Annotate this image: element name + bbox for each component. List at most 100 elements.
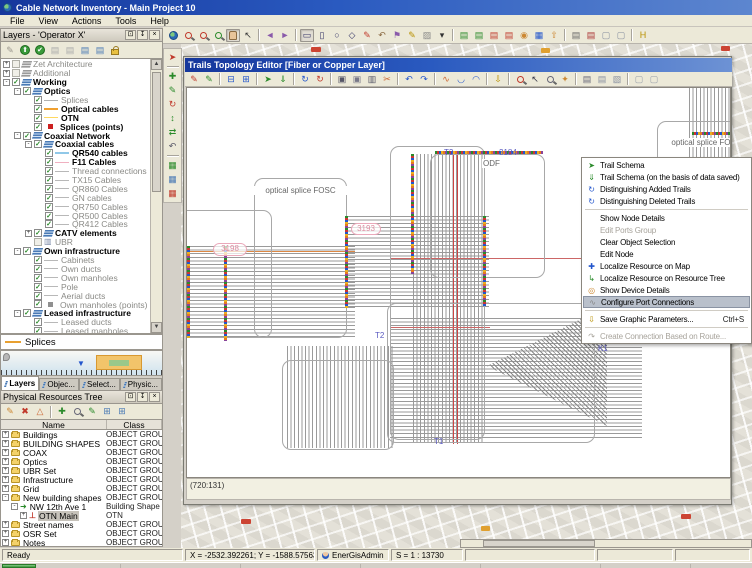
stack-view-b-icon[interactable]: ▤ [63, 44, 77, 57]
stack-view-a-icon[interactable]: ▤ [48, 44, 62, 57]
collapse-icon[interactable]: - [25, 141, 32, 148]
layer-checkbox[interactable]: ✓ [34, 318, 42, 326]
layer-checkbox[interactable]: ✓ [45, 176, 53, 184]
menu-help[interactable]: Help [144, 15, 175, 27]
locate-on-map-icon[interactable]: ⊞ [115, 405, 129, 418]
layer-tree-item[interactable]: +✓CATV elements [2, 229, 150, 238]
print-icon[interactable]: ▤ [580, 73, 594, 86]
undo-move-icon[interactable]: ↶ [166, 140, 180, 153]
select-circle-icon[interactable]: ○ [330, 29, 344, 42]
save-params-icon[interactable]: ⇩ [491, 73, 505, 86]
layer-checkbox[interactable]: ✓ [34, 300, 42, 308]
scroll-thumb[interactable] [483, 540, 595, 547]
zoom-device-icon[interactable] [513, 73, 527, 86]
select-polygon-icon[interactable]: ◇ [345, 29, 359, 42]
app-titlebar[interactable]: Cable Network Inventory - Main Project 1… [0, 0, 752, 15]
print-labels-icon[interactable]: ▤ [584, 29, 598, 42]
nav-forward-icon[interactable]: ► [278, 29, 292, 42]
zoom-region-icon[interactable] [543, 73, 557, 86]
menu-actions[interactable]: Actions [66, 15, 108, 27]
tab-objec[interactable]: Objec... [39, 378, 79, 390]
layer-checkbox[interactable]: ✓ [45, 185, 53, 193]
collapse-icon[interactable]: - [14, 132, 21, 139]
rotate-cw-icon[interactable]: ↷ [417, 73, 431, 86]
expand-icon[interactable]: + [2, 431, 9, 438]
layer-import-icon[interactable]: ▤ [472, 29, 486, 42]
table-edit-remove-icon[interactable]: ▦ [166, 187, 180, 200]
menu-item-configure-port-connections[interactable]: ∿Configure Port Connections [583, 296, 750, 308]
palette-icon[interactable]: ◉ [517, 29, 531, 42]
layer-apply-icon[interactable]: ✔ [33, 44, 47, 57]
bottom-left-node-box[interactable] [282, 360, 394, 450]
swap-objects-icon[interactable]: ⇄ [166, 126, 180, 139]
style-edit-icon[interactable]: ✎ [405, 29, 419, 42]
node-back-icon[interactable]: ⊞ [239, 73, 253, 86]
layer-tree-item[interactable]: +Additional [2, 69, 150, 78]
menu-item-create-connection-based-on-route[interactable]: ↷Create Connection Based on Route... [583, 330, 750, 342]
layer-checkbox[interactable] [12, 60, 20, 68]
layer-checkbox[interactable] [12, 69, 20, 77]
layer-tree-item[interactable]: ✓Leased manholes [2, 327, 150, 334]
layer-checkbox[interactable]: ✓ [45, 158, 53, 166]
collapse-icon[interactable]: - [11, 503, 18, 510]
stack-edit-icon[interactable]: ▤ [78, 44, 92, 57]
globe-icon[interactable] [166, 29, 180, 42]
layer-checkbox[interactable]: ✓ [45, 212, 53, 220]
layer-clear-icon[interactable]: ▤ [502, 29, 516, 42]
menu-item-clear-object-selection[interactable]: Clear Object Selection [583, 236, 750, 248]
resources-tree[interactable]: +BuildingsOBJECT GROUP+BUILDING SHAPESOB… [0, 430, 163, 547]
ports-pair-icon[interactable]: ▥ [365, 73, 379, 86]
layer-checkbox[interactable]: ✓ [23, 309, 31, 317]
layer-checkbox[interactable]: ✓ [34, 283, 42, 291]
collapse-icon[interactable]: - [3, 79, 10, 86]
page-first-icon[interactable]: ▢ [632, 73, 646, 86]
zoom-window-icon[interactable] [211, 29, 225, 42]
locate-on-tree-icon[interactable]: ⊞ [100, 405, 114, 418]
select-rect-icon[interactable]: ▭ [300, 29, 314, 42]
trail-schema-icon[interactable]: ➤ [261, 73, 275, 86]
undo-draw-icon[interactable]: ↶ [375, 29, 389, 42]
layer-checkbox[interactable]: ✓ [34, 105, 42, 113]
expand-icon[interactable]: + [2, 521, 9, 528]
expand-icon[interactable]: + [2, 458, 9, 465]
menu-item-distinguishing-deleted-trails[interactable]: ↻Distinguishing Deleted Trails [583, 195, 750, 207]
stack-copy-icon[interactable]: ▤ [93, 44, 107, 57]
collapse-icon[interactable]: - [14, 88, 21, 95]
lock-icon[interactable] [108, 44, 122, 57]
layers-tree-scrollbar[interactable]: ▲ ▼ [150, 59, 162, 333]
layer-checkbox[interactable]: ✓ [34, 123, 42, 131]
layer-checkbox[interactable]: ✓ [34, 96, 42, 104]
bottom-node-box[interactable] [387, 303, 595, 443]
select-object-icon[interactable]: ▯ [315, 29, 329, 42]
column-name[interactable]: Name [1, 420, 107, 429]
page-last-icon[interactable]: ▢ [647, 73, 661, 86]
menu-item-edit-ports-group[interactable]: Edit Ports Group [583, 224, 750, 236]
layer-checkbox[interactable]: ✓ [34, 140, 42, 148]
layer-tree-item[interactable]: +Zet Architecture [2, 60, 150, 69]
layer-checkbox[interactable]: ✓ [34, 327, 42, 334]
layer-checkbox[interactable]: ✓ [45, 220, 53, 228]
nav-back-icon[interactable]: ◄ [263, 29, 277, 42]
zoom-in-icon[interactable] [181, 29, 195, 42]
layer-checkbox[interactable]: ✓ [45, 203, 53, 211]
delete-resource-icon[interactable]: ✖ [18, 405, 32, 418]
grid-view-icon[interactable]: ▦ [532, 29, 546, 42]
distinguish-deleted-icon[interactable]: ↻ [313, 73, 327, 86]
layer-checkbox[interactable] [34, 238, 42, 246]
layer-checkbox[interactable]: ✓ [23, 132, 31, 140]
layer-checkbox[interactable]: ✓ [34, 114, 42, 122]
tab-layers[interactable]: Layers [1, 376, 39, 390]
rotate-ccw-icon[interactable]: ↶ [402, 73, 416, 86]
distinguish-added-icon[interactable]: ↻ [298, 73, 312, 86]
flag-icon[interactable]: ⚑ [390, 29, 404, 42]
menu-item-edit-node[interactable]: Edit Node [583, 248, 750, 260]
edit-ports-icon[interactable]: ✦ [558, 73, 572, 86]
layer-checkbox[interactable]: ✓ [45, 149, 53, 157]
edit-trail-red-icon[interactable]: ✎ [187, 73, 201, 86]
layer-checkbox[interactable]: ✓ [45, 167, 53, 175]
find-resource-icon[interactable] [70, 405, 84, 418]
layer-tree-item[interactable]: -✓Working [2, 78, 150, 87]
zoom-out-icon[interactable] [196, 29, 210, 42]
expand-icon[interactable]: + [2, 467, 9, 474]
layer-checkbox[interactable]: ✓ [23, 87, 31, 95]
